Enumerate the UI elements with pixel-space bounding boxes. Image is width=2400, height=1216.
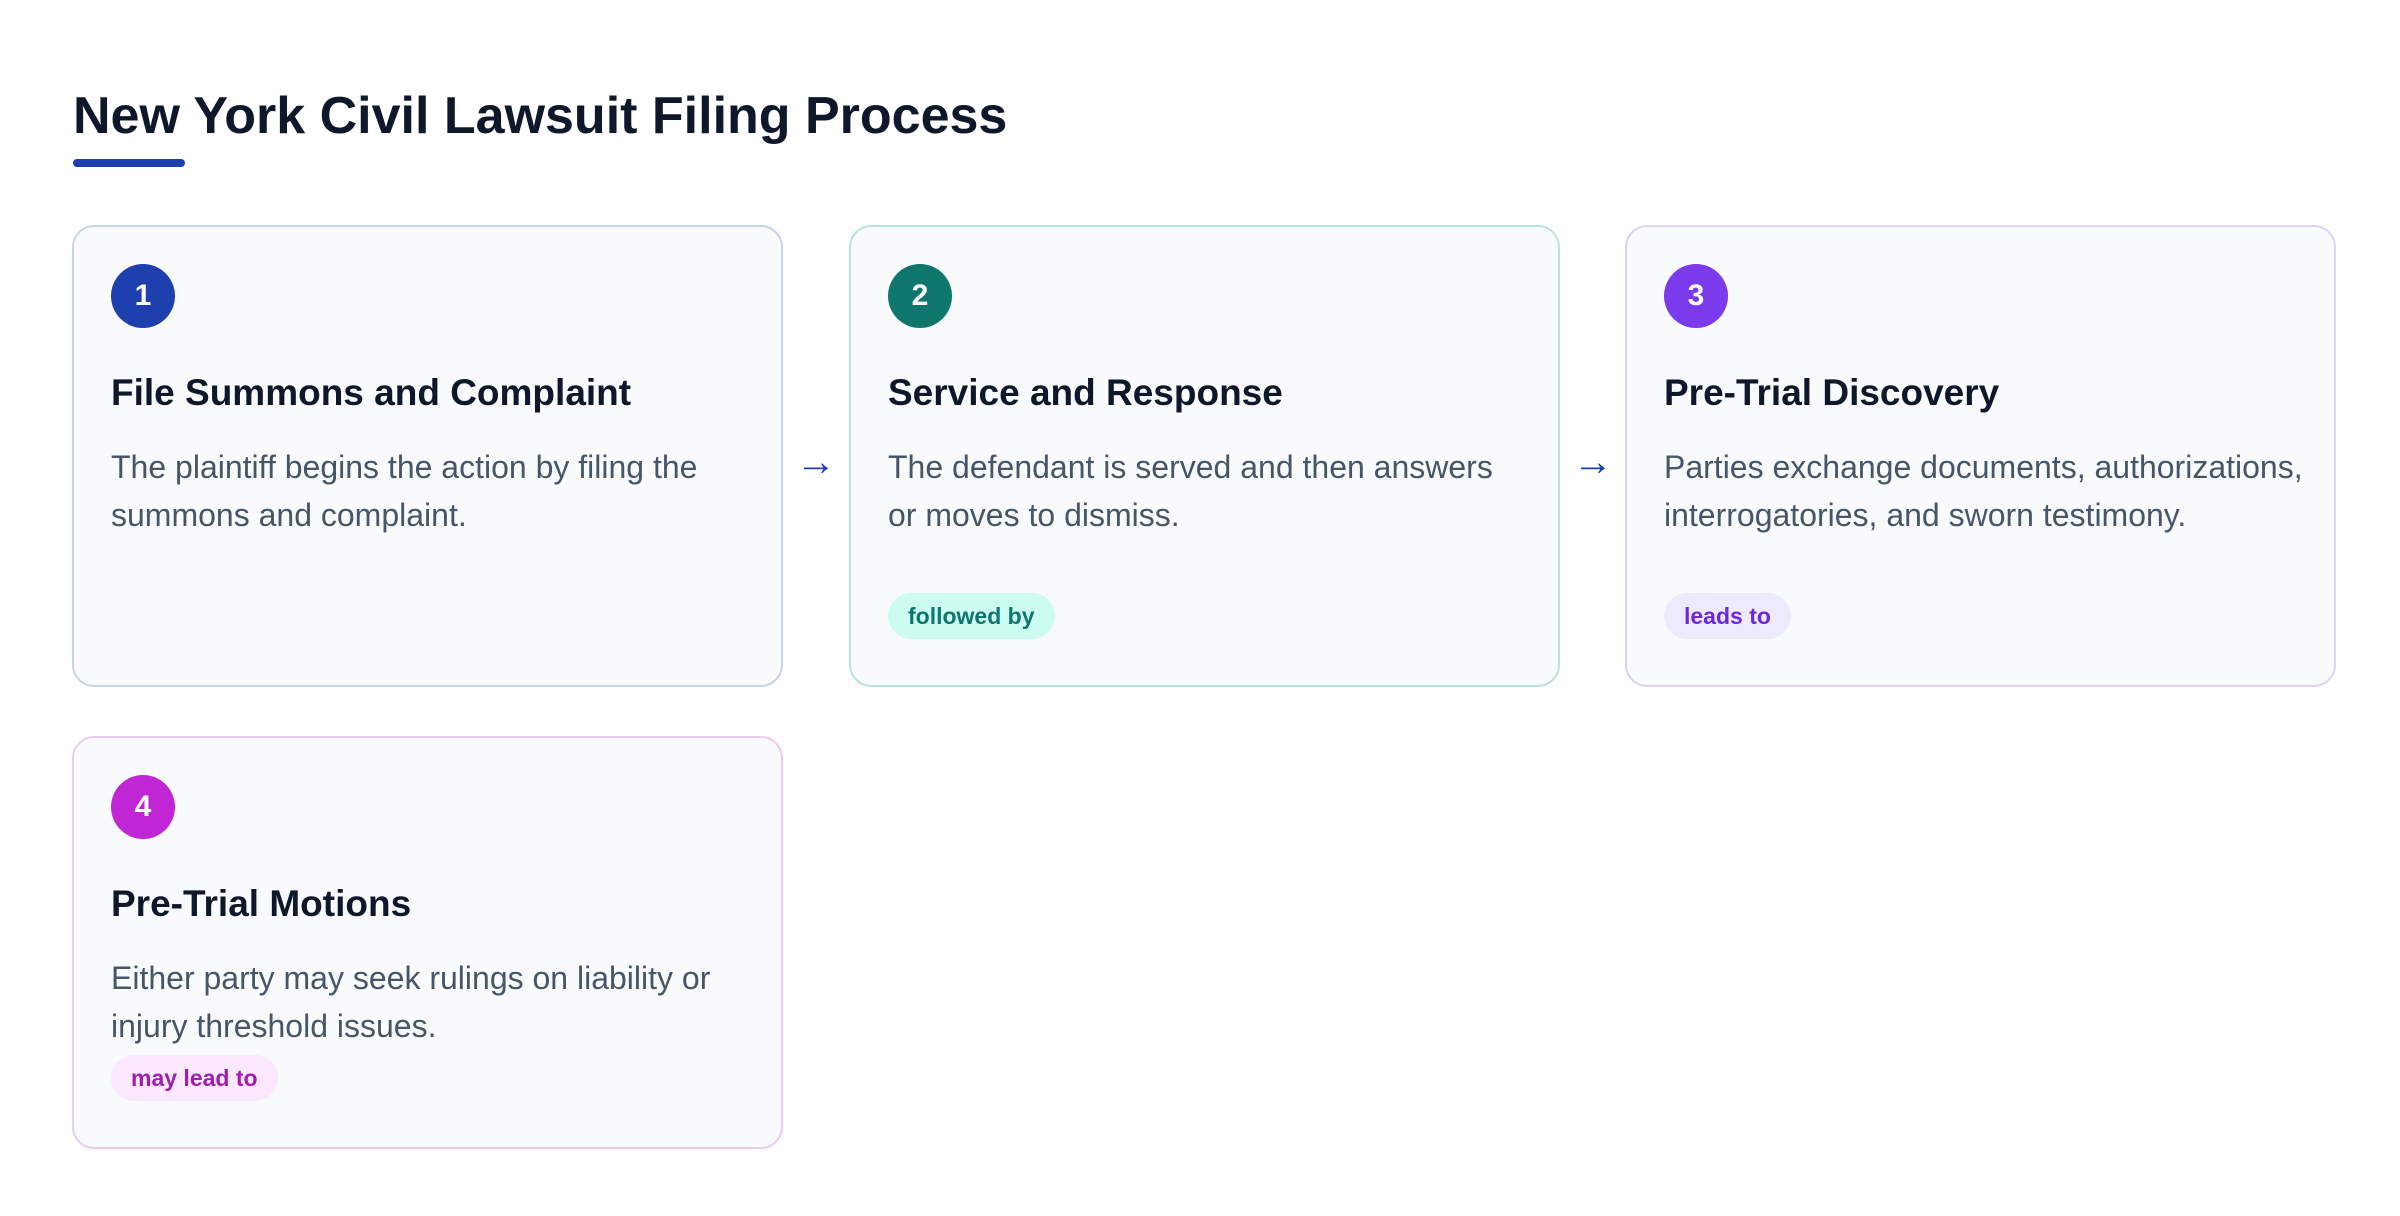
page-title: New York Civil Lawsuit Filing Process [73, 87, 1008, 145]
step-number-badge: 2 [888, 264, 952, 328]
step-title: File Summons and Complaint [111, 372, 632, 413]
step-description: The defendant is served and then answers… [888, 449, 1493, 533]
step-description: The plaintiff begins the action by filin… [111, 449, 698, 533]
step-number-badge: 4 [111, 775, 175, 839]
step-card-2: 2 Service and Response The defendant is … [849, 225, 1560, 687]
relation-badge: followed by [888, 593, 1055, 639]
step-title: Pre-Trial Discovery [1664, 372, 2000, 413]
page: New York Civil Lawsuit Filing Process 1 … [0, 0, 2400, 1216]
step-number-badge: 1 [111, 264, 175, 328]
step-card-1: 1 File Summons and Complaint The plainti… [72, 225, 783, 687]
step-title: Service and Response [888, 372, 1283, 413]
step-description: Parties exchange documents, authorizatio… [1664, 449, 2303, 533]
step-card-4: 4 Pre-Trial Motions Either party may see… [72, 736, 783, 1149]
arrow-right-icon: → [1573, 440, 1613, 484]
step-title: Pre-Trial Motions [111, 883, 412, 924]
step-number-badge: 3 [1664, 264, 1728, 328]
step-card-3: 3 Pre-Trial Discovery Parties exchange d… [1625, 225, 2336, 687]
step-description: Either party may seek rulings on liabili… [111, 960, 711, 1044]
title-underline [73, 159, 185, 167]
relation-badge: may lead to [111, 1055, 278, 1101]
arrow-right-icon: → [796, 440, 836, 484]
relation-badge: leads to [1664, 593, 1791, 639]
